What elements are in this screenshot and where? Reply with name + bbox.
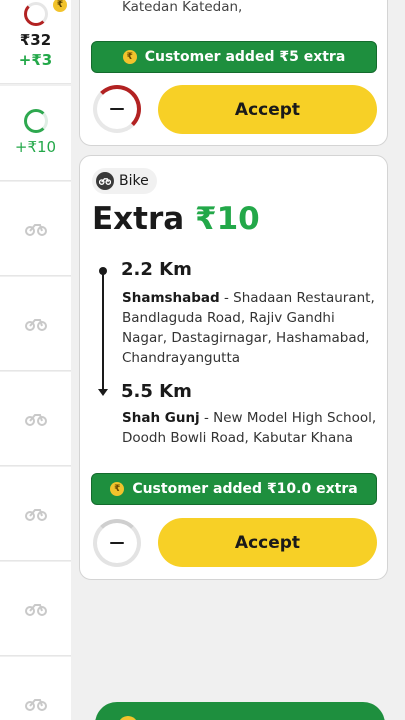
timer-ring-icon <box>23 109 48 133</box>
extra-title-prefix: Extra <box>92 201 185 237</box>
rupee-coin-icon: ₹ <box>122 50 137 64</box>
pickup-distance: 2.2 Km <box>121 259 192 280</box>
drop-arrow-icon <box>98 389 108 396</box>
sidebar-item-order-5[interactable] <box>0 372 71 466</box>
drop-address: Shah Gunj - New Model High School, Doodh… <box>122 408 377 448</box>
rupee-coin-icon: ₹ <box>110 482 125 496</box>
bike-icon <box>24 223 47 236</box>
minus-icon <box>110 541 124 545</box>
timer-ring-icon <box>24 2 48 26</box>
extra-title: Extra ₹10 <box>92 201 260 237</box>
extra-banner-text: Customer added ₹5 extra <box>144 49 346 65</box>
vehicle-chip: Bike <box>92 168 157 194</box>
order-card-previous: Katedan Katedan, ₹ Customer added ₹5 ext… <box>79 0 388 146</box>
vehicle-label: Bike <box>119 173 149 189</box>
bike-icon <box>24 508 47 521</box>
extra-banner: ₹ Customer added ₹5 extra <box>91 41 377 73</box>
sidebar-item-order-3[interactable] <box>0 182 71 276</box>
sidebar-item-order-7[interactable] <box>0 562 71 656</box>
extra-banner: ₹ Customer added ₹10.0 extra <box>91 473 377 505</box>
order-sidebar: ₹ ₹32 +₹3 +₹10 <box>0 0 71 720</box>
sidebar-item-order-4[interactable] <box>0 277 71 371</box>
extra-banner-text: Customer added ₹10.0 extra <box>132 481 358 497</box>
bottom-action-bar[interactable] <box>95 702 385 720</box>
drop-name: Shah Gunj <box>122 410 200 426</box>
accept-button[interactable]: Accept <box>158 85 377 134</box>
sidebar-extra: +₹10 <box>14 138 57 156</box>
address-trail: Katedan Katedan, <box>122 0 243 15</box>
minus-icon <box>110 107 124 111</box>
bike-icon <box>24 698 47 711</box>
pickup-address: Shamshabad - Shadaan Restaurant, Bandlag… <box>122 288 377 368</box>
extra-amount: ₹10 <box>195 201 260 237</box>
sidebar-item-order-2[interactable]: +₹10 <box>0 86 71 181</box>
sidebar-item-order-6[interactable] <box>0 467 71 561</box>
pickup-dot-icon <box>99 267 107 275</box>
reject-button[interactable] <box>93 519 141 567</box>
sidebar-amount: ₹32 <box>19 30 52 49</box>
sidebar-extra: +₹3 <box>18 50 53 69</box>
drop-distance: 5.5 Km <box>121 381 192 402</box>
coin-badge-icon: ₹ <box>53 0 67 12</box>
reject-button[interactable] <box>93 85 141 133</box>
route-line <box>102 271 104 391</box>
sidebar-item-order-8[interactable] <box>0 657 71 720</box>
sidebar-item-order-1[interactable]: ₹ ₹32 +₹3 <box>0 0 71 84</box>
bike-icon <box>24 413 47 426</box>
bike-icon <box>24 318 47 331</box>
pickup-name: Shamshabad <box>122 290 220 306</box>
bike-icon <box>24 603 47 616</box>
accept-button[interactable]: Accept <box>158 518 377 567</box>
bike-icon <box>96 172 114 190</box>
order-card: Bike Extra ₹10 2.2 Km Shamshabad - Shada… <box>79 155 388 580</box>
